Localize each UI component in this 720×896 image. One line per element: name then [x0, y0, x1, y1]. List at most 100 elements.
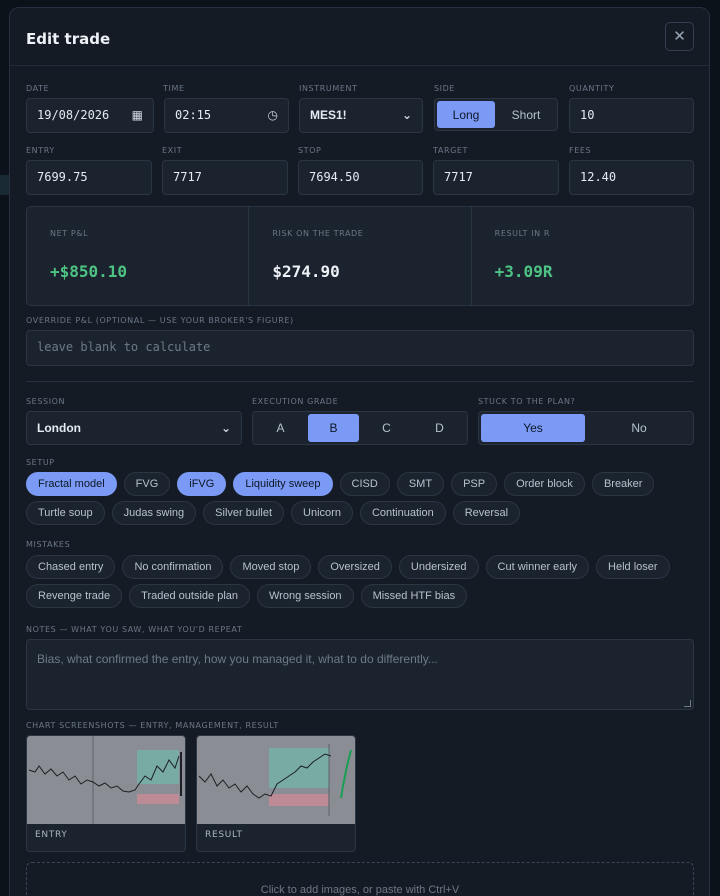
result-r-value: +3.09R	[494, 262, 553, 281]
date-value: 19/08/2026	[37, 108, 110, 122]
time-input[interactable]: 02:15 ◷	[164, 98, 289, 133]
session-label: SESSION	[26, 397, 66, 406]
setup-chip-reversal[interactable]: Reversal	[452, 501, 521, 525]
setup-chip-ifvg[interactable]: iFVG	[177, 472, 227, 496]
close-button[interactable]: ✕	[665, 22, 694, 51]
stuck-yes-option[interactable]: Yes	[481, 414, 585, 442]
exit-label: EXIT	[162, 146, 183, 155]
entry-label: ENTRY	[26, 146, 55, 155]
setup-chip-order-block[interactable]: Order block	[504, 472, 585, 496]
setup-chip-list: Fractal model FVG iFVG Liquidity sweep CISD S…	[26, 472, 676, 525]
chevron-down-icon: ⌄	[401, 108, 412, 122]
result-chart-image	[197, 736, 355, 824]
setup-chip-judas-swing[interactable]: Judas swing	[111, 501, 197, 525]
notes-label: NOTES — WHAT YOU SAW, WHAT YOU'D REPEAT	[26, 625, 243, 634]
clock-icon[interactable]: ◷	[268, 99, 278, 132]
risk-label: RISK ON THE TRADE	[272, 229, 364, 238]
mistake-chip-missed-htf-bias[interactable]: Missed HTF bias	[360, 584, 468, 608]
result-r-label: RESULT IN R	[494, 229, 551, 238]
mistake-chip-oversized[interactable]: Oversized	[318, 555, 392, 579]
setup-label: SETUP	[26, 458, 55, 467]
side-long-option[interactable]: Long	[437, 101, 495, 128]
instrument-label: INSTRUMENT	[299, 84, 358, 93]
modal-header: Edit trade ✕	[10, 8, 709, 66]
risk-stat: RISK ON THE TRADE $274.90	[249, 207, 472, 305]
setup-chip-psp[interactable]: PSP	[451, 472, 498, 496]
mistake-chip-wrong-session[interactable]: Wrong session	[257, 584, 354, 608]
notes-placeholder: Bias, what confirmed the entry, how you …	[37, 652, 438, 666]
screenshot-thumbnail-entry[interactable]: ENTRY	[26, 735, 186, 852]
edit-trade-modal: Edit trade ✕ DATE 19/08/2026 ▦ TIME 02:1…	[9, 7, 710, 896]
date-input[interactable]: 19/08/2026 ▦	[26, 98, 154, 133]
section-divider	[26, 381, 694, 382]
screenshot-caption-entry: ENTRY	[35, 830, 68, 840]
fees-input[interactable]: 12.40	[569, 160, 694, 195]
side-short-option[interactable]: Short	[497, 101, 555, 128]
fees-label: FEES	[569, 146, 592, 155]
dropzone-text: Click to add images, or paste with Ctrl+…	[260, 884, 460, 896]
quantity-label: QUANTITY	[569, 84, 615, 93]
chevron-down-icon: ⌄	[220, 421, 231, 435]
entry-chart-image	[27, 736, 185, 824]
setup-chip-unicorn[interactable]: Unicorn	[291, 501, 353, 525]
date-label: DATE	[26, 84, 50, 93]
setup-chip-fvg[interactable]: FVG	[123, 472, 171, 496]
calendar-icon[interactable]: ▦	[132, 99, 143, 132]
exit-input[interactable]: 7717	[162, 160, 288, 195]
grade-c-option[interactable]: C	[361, 414, 412, 442]
mistake-chip-revenge-trade[interactable]: Revenge trade	[26, 584, 123, 608]
grade-a-option[interactable]: A	[255, 414, 306, 442]
side-toggle[interactable]: Long Short	[434, 98, 558, 131]
mistake-chip-held-loser[interactable]: Held loser	[596, 555, 670, 579]
setup-chip-fractal-model[interactable]: Fractal model	[26, 472, 117, 496]
quantity-input[interactable]: 10	[569, 98, 694, 133]
mistake-chip-cut-winner-early[interactable]: Cut winner early	[485, 555, 590, 579]
entry-input[interactable]: 7699.75	[26, 160, 152, 195]
net-pnl-stat: NET P&L +$850.10	[27, 207, 250, 305]
resize-handle-icon[interactable]	[684, 700, 691, 707]
stuck-to-plan-toggle[interactable]: Yes No	[478, 411, 694, 445]
screenshot-thumbnail-result[interactable]: RESULT	[196, 735, 356, 852]
setup-chip-turtle-soup[interactable]: Turtle soup	[26, 501, 105, 525]
setup-chip-silver-bullet[interactable]: Silver bullet	[203, 501, 285, 525]
result-r-stat: RESULT IN R +3.09R	[472, 207, 693, 305]
mistake-chip-chased-entry[interactable]: Chased entry	[26, 555, 116, 579]
setup-chip-liquidity-sweep[interactable]: Liquidity sweep	[233, 472, 333, 496]
instrument-value: MES1!	[310, 108, 347, 122]
session-select[interactable]: London ⌄	[26, 411, 242, 445]
grade-d-option[interactable]: D	[414, 414, 465, 442]
stuck-no-option[interactable]: No	[587, 414, 691, 442]
target-input[interactable]: 7717	[433, 160, 559, 195]
mistake-chip-no-confirmation[interactable]: No confirmation	[122, 555, 224, 579]
mistake-chip-traded-outside-plan[interactable]: Traded outside plan	[129, 584, 250, 608]
mistake-chip-moved-stop[interactable]: Moved stop	[230, 555, 312, 579]
setup-chip-cisd[interactable]: CISD	[339, 472, 390, 496]
mistake-chip-undersized[interactable]: Undersized	[398, 555, 479, 579]
stop-input[interactable]: 7694.50	[298, 160, 423, 195]
override-pnl-label: OVERRIDE P&L (OPTIONAL — USE YOUR BROKER…	[26, 316, 294, 325]
setup-chip-breaker[interactable]: Breaker	[591, 472, 655, 496]
mistakes-label: MISTAKES	[26, 540, 71, 549]
time-value: 02:15	[175, 108, 212, 122]
stuck-to-plan-label: STUCK TO THE PLAN?	[478, 397, 576, 406]
setup-chip-smt[interactable]: SMT	[396, 472, 445, 496]
time-label: TIME	[163, 84, 185, 93]
stop-label: STOP	[298, 146, 322, 155]
close-icon: ✕	[673, 27, 686, 45]
side-label: SIDE	[434, 84, 456, 93]
modal-title: Edit trade	[26, 30, 111, 48]
screenshot-dropzone[interactable]: Click to add images, or paste with Ctrl+…	[26, 862, 694, 896]
instrument-select[interactable]: MES1! ⌄	[299, 98, 423, 133]
mistakes-chip-list: Chased entry No confirmation Moved stop Ove…	[26, 555, 676, 608]
trade-stats-panel: NET P&L +$850.10 RISK ON THE TRADE $274.…	[26, 206, 694, 306]
grade-b-option[interactable]: B	[308, 414, 359, 442]
session-value: London	[37, 421, 81, 435]
override-pnl-input[interactable]: leave blank to calculate	[26, 330, 694, 366]
setup-chip-continuation[interactable]: Continuation	[359, 501, 446, 525]
execution-grade-toggle[interactable]: A B C D	[252, 411, 468, 445]
notes-textarea[interactable]: Bias, what confirmed the entry, how you …	[26, 639, 694, 710]
target-label: TARGET	[433, 146, 469, 155]
net-pnl-value: +$850.10	[50, 262, 128, 281]
execution-grade-label: EXECUTION GRADE	[252, 397, 339, 406]
risk-value: $274.90	[272, 262, 340, 281]
